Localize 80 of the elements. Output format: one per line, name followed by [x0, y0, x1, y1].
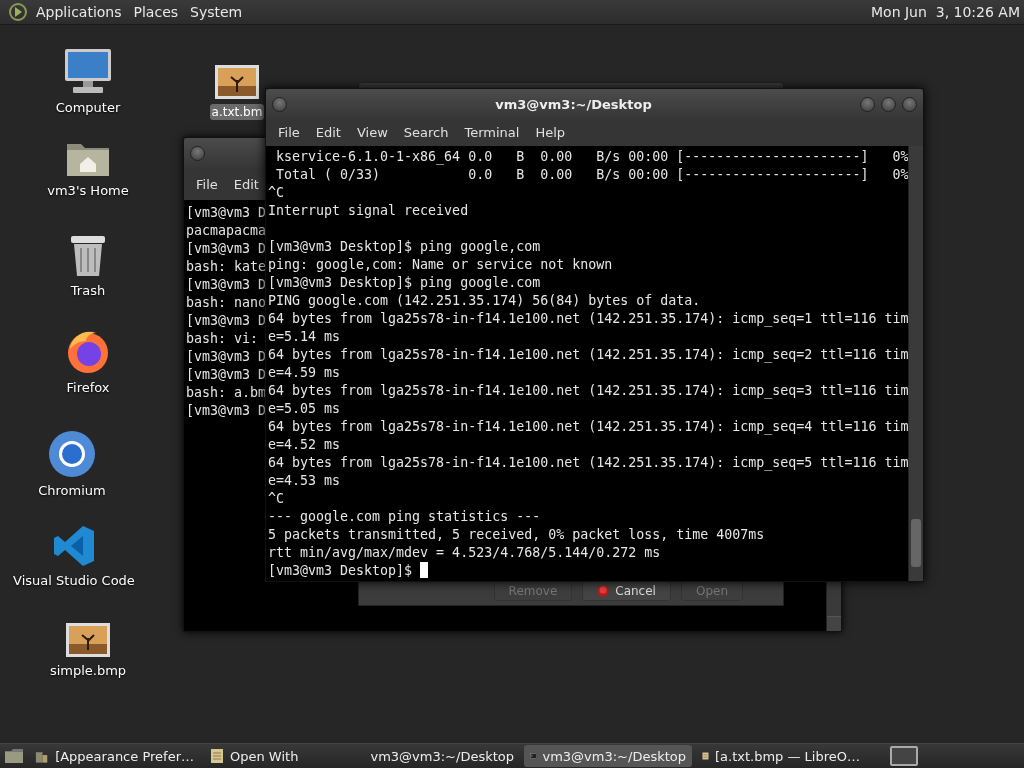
image-icon: [65, 622, 111, 658]
trash-icon: [69, 234, 107, 278]
terminal-line: 64 bytes from lga25s78-in-f14.1e100.net (142.251.35.174): icmp_seq=1 ttl=116 tim: [268, 311, 908, 326]
text-cursor: [420, 562, 429, 578]
terminal-line: bash: vi:: [186, 331, 259, 346]
taskbar-button[interactable]: [Appearance Prefer…: [28, 745, 200, 767]
terminal-line: [vm3@vm3 D: [186, 277, 267, 292]
terminal-line: e=4.59 ms: [268, 365, 341, 380]
workspace-switcher[interactable]: [890, 746, 918, 766]
terminal-line: kservice-6.1.0-1-x86_64 0.0 B 0.00 B/s 00:00 [----------------------] 0%: [275, 149, 908, 164]
chromium-icon: [48, 430, 96, 478]
terminal-line: [vm3@vm3 Desktop]$ ping google,com: [268, 239, 541, 254]
terminal-line: 64 bytes from lga25s78-in-f14.1e100.net (142.251.35.174): icmp_seq=3 ttl=116 tim: [268, 383, 908, 398]
window-button[interactable]: [881, 96, 896, 112]
cancel-icon: [597, 585, 610, 597]
terminal-line: Interrupt signal received: [268, 203, 469, 218]
terminal-line: [vm3@vm3 Desktop]$: [268, 563, 414, 578]
desktop-icon-label[interactable]: a.txt.bm: [209, 104, 265, 120]
menu-item[interactable]: Search: [395, 125, 457, 140]
scrollbar[interactable]: [908, 146, 923, 581]
terminal-line: e=4.53 ms: [268, 473, 341, 488]
show-desktop-icon[interactable]: [4, 748, 24, 764]
window-button[interactable]: [272, 96, 287, 112]
terminal-line: e=4.52 ms: [268, 437, 341, 452]
panel-menu[interactable]: Places: [127, 4, 185, 20]
terminal-line: 64 bytes from lga25s78-in-f14.1e100.net (142.251.35.174): icmp_seq=4 ttl=116 tim: [268, 419, 908, 434]
terminal-line: bash: a.bm: [186, 385, 267, 400]
terminal-line: [vm3@vm3 D: [186, 349, 267, 364]
menu-item[interactable]: File: [188, 176, 226, 192]
taskbar-button[interactable]: vm3@vm3:~/Desktop: [524, 745, 692, 767]
window-button[interactable]: [860, 96, 875, 112]
taskbar-button[interactable]: Open With: [204, 745, 354, 767]
panel-menu[interactable]: Applications: [30, 4, 128, 20]
desktop-icon-label[interactable]: Firefox: [63, 379, 113, 396]
terminal-line: [vm3@vm3 D: [186, 241, 267, 256]
menu-item[interactable]: Terminal: [456, 125, 528, 140]
clock[interactable]: Mon Jun 3, 10:26 AM: [871, 4, 1024, 20]
terminal-line: bash: nano: [186, 295, 267, 310]
panel-menu[interactable]: System: [184, 4, 249, 20]
terminal-line: 5 packets transmitted, 5 received, 0% packet loss, time 4007ms: [268, 527, 765, 542]
terminal-line: PING google.com (142.251.35.174) 56(84) bytes of data.: [268, 293, 701, 308]
terminal-line: e=5.05 ms: [268, 401, 341, 416]
desktop-icon-label[interactable]: Computer: [52, 99, 124, 116]
terminal-line: [vm3@vm3 Desktop]$ ping google.com: [268, 275, 541, 290]
desktop-icon-label[interactable]: Visual Studio Code: [10, 572, 138, 589]
taskbar-button[interactable]: [a.txt.bmp — LibreO…: [696, 745, 866, 767]
computer-icon: [63, 47, 113, 95]
terminal-line: ping: google,com: Name or service not known: [268, 257, 613, 272]
desktop-icon-label[interactable]: Trash: [67, 282, 109, 299]
menu-logo-icon[interactable]: [8, 3, 28, 21]
terminal-line: e=5.14 ms: [268, 329, 341, 344]
terminal-line: 64 bytes from lga25s78-in-f14.1e100.net (142.251.35.174): icmp_seq=2 ttl=116 tim: [268, 347, 908, 362]
terminal-line: --- google.com ping statistics ---: [268, 509, 541, 524]
desktop-icon-label[interactable]: Chromium: [35, 482, 109, 499]
document-icon: [210, 748, 224, 764]
terminal-line: pacmapacma: [186, 223, 267, 238]
terminal-line: ^C: [268, 185, 284, 200]
window-button[interactable]: [190, 145, 205, 161]
terminal-line: [vm3@vm3 D: [186, 367, 267, 382]
terminal-line: Total ( 0/33) 0.0 B 0.00 B/s 00:00 [----------------------] 0%: [275, 167, 908, 182]
terminal-line: rtt min/avg/max/mdev = 4.523/4.768/5.144/0.272 ms: [268, 545, 661, 560]
menu-item[interactable]: File: [270, 125, 308, 140]
terminal-line: ^C: [268, 491, 284, 506]
terminal-line: [vm3@vm3 D: [186, 313, 267, 328]
taskbar-button[interactable]: vm3@vm3:~/Desktop: [358, 745, 520, 767]
terminal-line: [vm3@vm3 D: [186, 205, 267, 220]
window-button[interactable]: [902, 96, 917, 112]
menu-item[interactable]: Help: [527, 125, 574, 140]
desktop-icon-label[interactable]: vm3's Home: [44, 182, 132, 199]
menu-item[interactable]: Edit: [225, 176, 267, 192]
image-icon: [214, 64, 260, 100]
window-title: vm3@vm3:~/Desktop: [494, 96, 653, 112]
menu-item[interactable]: Edit: [307, 125, 349, 140]
menu-item[interactable]: View: [348, 125, 396, 140]
terminal-line: bash: kate: [186, 259, 267, 274]
desktop-icon-label[interactable]: simple.bmp: [46, 662, 130, 679]
terminal-line: 64 bytes from lga25s78-in-f14.1e100.net (142.251.35.174): icmp_seq=5 ttl=116 tim: [268, 455, 908, 470]
dialog-button[interactable]: Cancel: [582, 581, 671, 601]
code-editor-icon: [52, 524, 96, 568]
terminal-line: [vm3@vm3 D: [186, 403, 267, 418]
